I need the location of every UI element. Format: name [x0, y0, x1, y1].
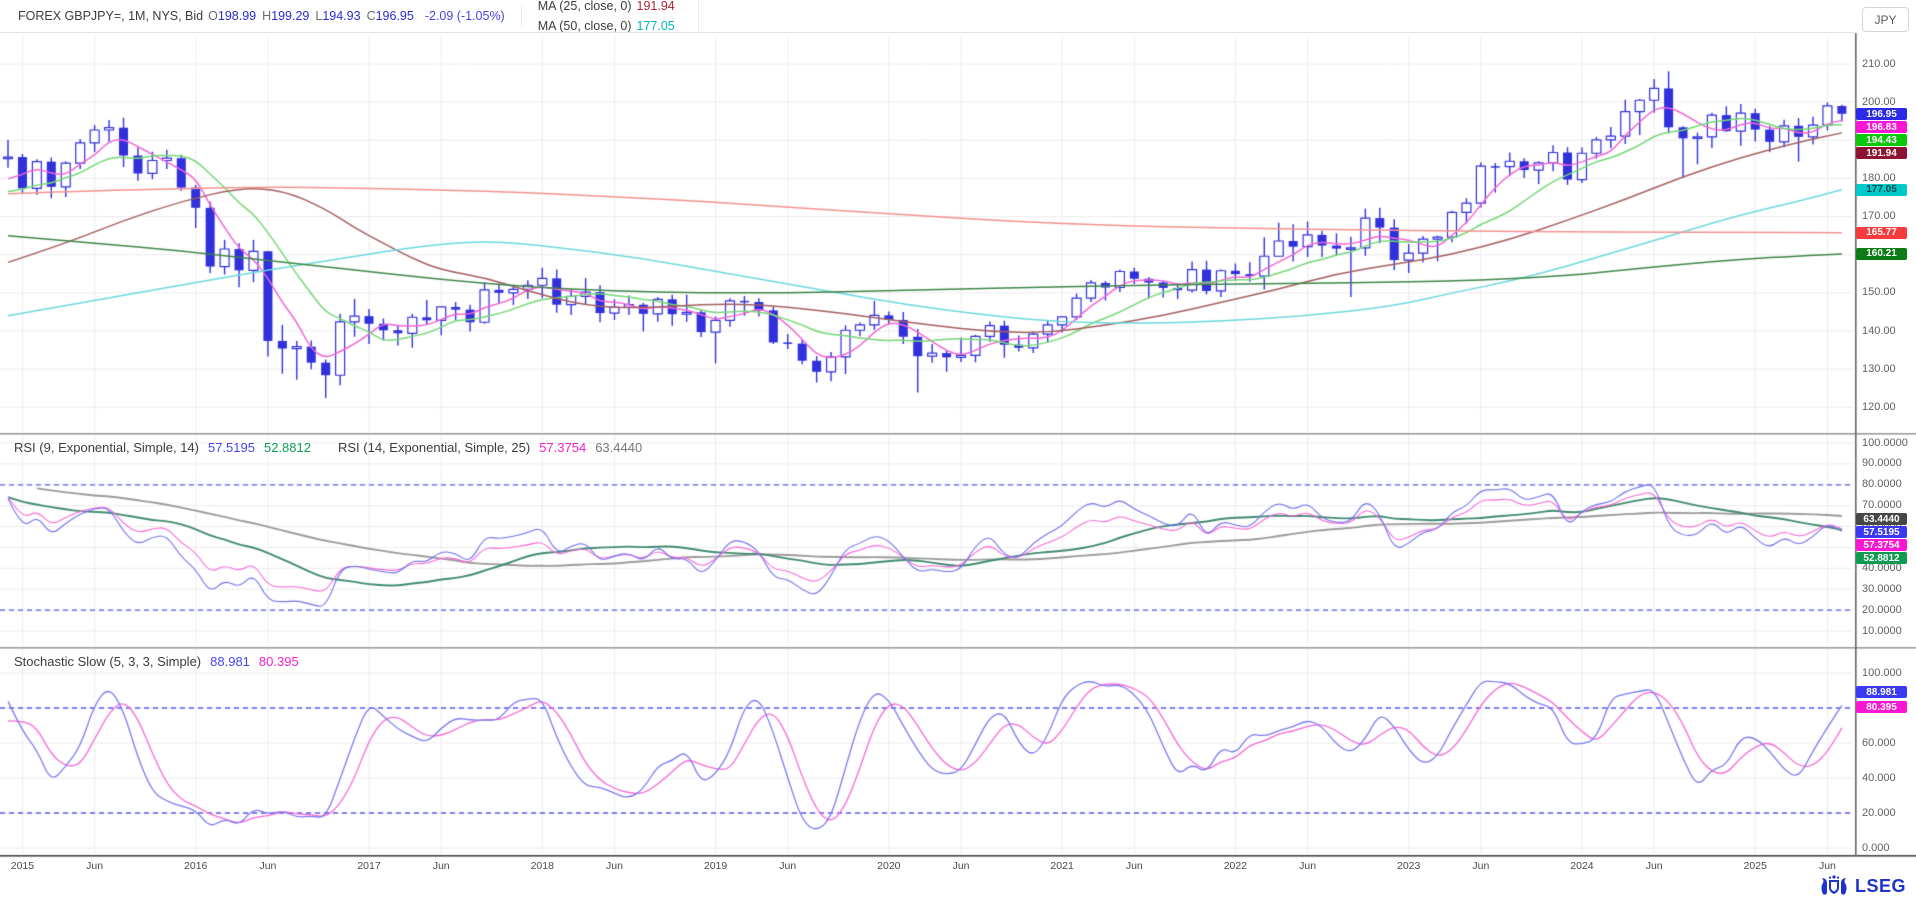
chart-header-legend: FOREX GBPJPY=, 1M, NYS, Bid O198.99 H199.… [0, 0, 1855, 33]
ohlc-item: O198.99 [208, 9, 256, 23]
currency-axis-button[interactable]: JPY [1862, 7, 1909, 32]
rsi-legend-item: RSI (14, Exponential, Simple, 25) [338, 440, 530, 455]
rsi-legend-item: RSI (9, Exponential, Simple, 14) [14, 440, 199, 455]
ma-value: 177.05 [637, 19, 675, 33]
stoch-legend-item: 88.981 [210, 654, 250, 669]
stochastic-legend[interactable]: Stochastic Slow (5, 3, 3, Simple) 88.981 8… [14, 654, 308, 669]
rsi-legend-item: 63.4440 [595, 440, 642, 455]
lseg-crest-icon [1819, 874, 1849, 898]
symbol-ohlc-group[interactable]: FOREX GBPJPY=, 1M, NYS, Bid O198.99 H199.… [18, 6, 522, 26]
ohlc-item: C196.95 [367, 9, 414, 23]
ma-value: 191.94 [637, 0, 675, 13]
ma-label: MA (50, close, 0) [538, 19, 632, 33]
lseg-wordmark: LSEG [1855, 876, 1906, 897]
rsi-legend-item: 57.5195 [208, 440, 255, 455]
lseg-logo: LSEG [1819, 874, 1906, 898]
change-value: -2.09 (-1.05%) [425, 9, 505, 23]
ohlc-values: O198.99 H199.29 L194.93 C196.95 [208, 9, 420, 23]
stoch-legend-item: Stochastic Slow (5, 3, 3, Simple) [14, 654, 201, 669]
rsi-legend-item: 52.8812 [264, 440, 311, 455]
ma-legend-item[interactable]: MA (50, close, 0) 177.05 [538, 16, 699, 33]
ma-legend-list: MA (4, close, 0)196.83MA (9, close, 0)19… [538, 0, 715, 33]
stoch-legend-item: 80.395 [259, 654, 299, 669]
rsi-legend-item: 57.3754 [539, 440, 586, 455]
chart-application: FOREX GBPJPY=, 1M, NYS, Bid O198.99 H199.… [0, 0, 1916, 905]
ma-legend-item[interactable]: MA (25, close, 0) 191.94 [538, 0, 699, 16]
ohlc-item: H199.29 [262, 9, 309, 23]
symbol-title: FOREX GBPJPY=, 1M, NYS, Bid [18, 9, 203, 23]
ohlc-item: L194.93 [315, 9, 360, 23]
ma-label: MA (25, close, 0) [538, 0, 632, 13]
rsi-legend[interactable]: RSI (9, Exponential, Simple, 14) 57.5195 5… [14, 440, 651, 455]
